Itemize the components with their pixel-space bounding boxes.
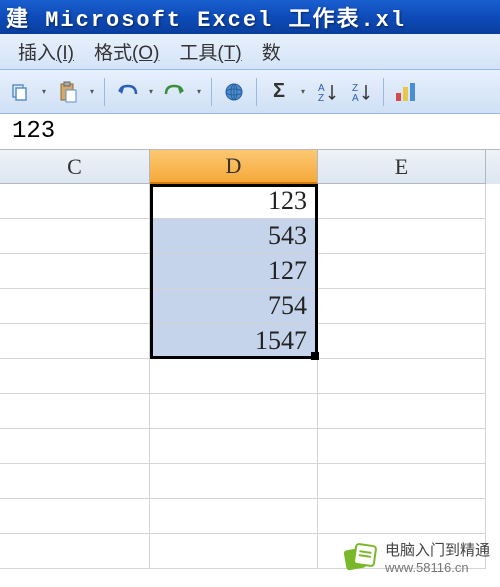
row-7 [0, 394, 500, 429]
cell-d3[interactable]: 127 [150, 254, 318, 289]
separator [211, 78, 212, 106]
cell-d5[interactable]: 1547 [150, 324, 318, 359]
title-text: Microsoft Excel 工作表.xl [45, 1, 406, 33]
watermark-text: 电脑入门到精通 [385, 539, 490, 560]
undo-button[interactable] [113, 78, 141, 106]
row-1: 123 [0, 184, 500, 219]
cell-c6[interactable] [0, 359, 150, 394]
watermark: 电脑入门到精通 www.58116.cn [343, 539, 490, 575]
menu-insert[interactable]: 插入(I) [8, 34, 84, 69]
paste-dropdown-icon[interactable]: ▾ [88, 87, 96, 96]
cell-c3[interactable] [0, 254, 150, 289]
svg-text:A: A [352, 93, 359, 103]
cell-c1[interactable] [0, 184, 150, 219]
cell-e8[interactable] [318, 429, 486, 464]
cell-e2[interactable] [318, 219, 486, 254]
cell-e4[interactable] [318, 289, 486, 324]
sort-asc-button[interactable]: AZ [313, 78, 341, 106]
watermark-icon [343, 539, 379, 575]
cell-e7[interactable] [318, 394, 486, 429]
col-header-d[interactable]: D [150, 150, 318, 184]
cell-c2[interactable] [0, 219, 150, 254]
cell-e10[interactable] [318, 499, 486, 534]
cell-e1[interactable] [318, 184, 486, 219]
copy-dropdown-icon[interactable]: ▾ [40, 87, 48, 96]
column-headers: C D E [0, 150, 500, 184]
row-3: 127 [0, 254, 500, 289]
cell-c9[interactable] [0, 464, 150, 499]
paste-button[interactable] [54, 78, 82, 106]
cell-e3[interactable] [318, 254, 486, 289]
separator [383, 78, 384, 106]
menu-tools[interactable]: 工具(T) [169, 34, 251, 69]
row-8 [0, 429, 500, 464]
cell-d6[interactable] [150, 359, 318, 394]
sigma-icon: Σ [273, 80, 285, 103]
autosum-button[interactable]: Σ [265, 78, 293, 106]
cell-e5[interactable] [318, 324, 486, 359]
cell-e9[interactable] [318, 464, 486, 499]
cell-d10[interactable] [150, 499, 318, 534]
formula-bar[interactable]: 123 [0, 114, 500, 150]
toolbar: ▾ ▾ ▾ ▾ Σ ▾ AZ ZA [0, 70, 500, 114]
col-header-e[interactable]: E [318, 150, 486, 184]
menu-data[interactable]: 数 [252, 34, 291, 69]
redo-dropdown-icon[interactable]: ▾ [195, 87, 203, 96]
formula-value: 123 [12, 118, 55, 145]
hyperlink-button[interactable] [220, 78, 248, 106]
cell-d9[interactable] [150, 464, 318, 499]
cell-c8[interactable] [0, 429, 150, 464]
copy-button[interactable] [6, 78, 34, 106]
cell-d11[interactable] [150, 534, 318, 569]
chart-button[interactable] [392, 78, 420, 106]
cell-c10[interactable] [0, 499, 150, 534]
cell-d2[interactable]: 543 [150, 219, 318, 254]
row-9 [0, 464, 500, 499]
cell-c5[interactable] [0, 324, 150, 359]
menu-format[interactable]: 格式(O) [84, 34, 169, 69]
svg-text:Z: Z [318, 93, 324, 103]
row-4: 754 [0, 289, 500, 324]
redo-button[interactable] [161, 78, 189, 106]
cell-d4[interactable]: 754 [150, 289, 318, 324]
cell-c11[interactable] [0, 534, 150, 569]
cell-e6[interactable] [318, 359, 486, 394]
menu-bar: 插入(I) 格式(O) 工具(T) 数 [0, 34, 500, 70]
title-prefix: 建 [6, 1, 30, 33]
cell-d1[interactable]: 123 [150, 184, 318, 219]
separator [104, 78, 105, 106]
window-titlebar: 建 Microsoft Excel 工作表.xl [0, 0, 500, 34]
autosum-dropdown-icon[interactable]: ▾ [299, 87, 307, 96]
grid-rows: 123 543 127 754 1547 [0, 184, 500, 569]
col-header-c[interactable]: C [0, 150, 150, 184]
separator [256, 78, 257, 106]
row-2: 543 [0, 219, 500, 254]
undo-dropdown-icon[interactable]: ▾ [147, 87, 155, 96]
spreadsheet-grid: C D E 123 543 127 754 1547 [0, 150, 500, 569]
cell-c4[interactable] [0, 289, 150, 324]
sort-desc-button[interactable]: ZA [347, 78, 375, 106]
watermark-site: www.58116.cn [385, 560, 490, 575]
row-6 [0, 359, 500, 394]
row-10 [0, 499, 500, 534]
cell-d7[interactable] [150, 394, 318, 429]
row-5: 1547 [0, 324, 500, 359]
cell-d8[interactable] [150, 429, 318, 464]
cell-c7[interactable] [0, 394, 150, 429]
